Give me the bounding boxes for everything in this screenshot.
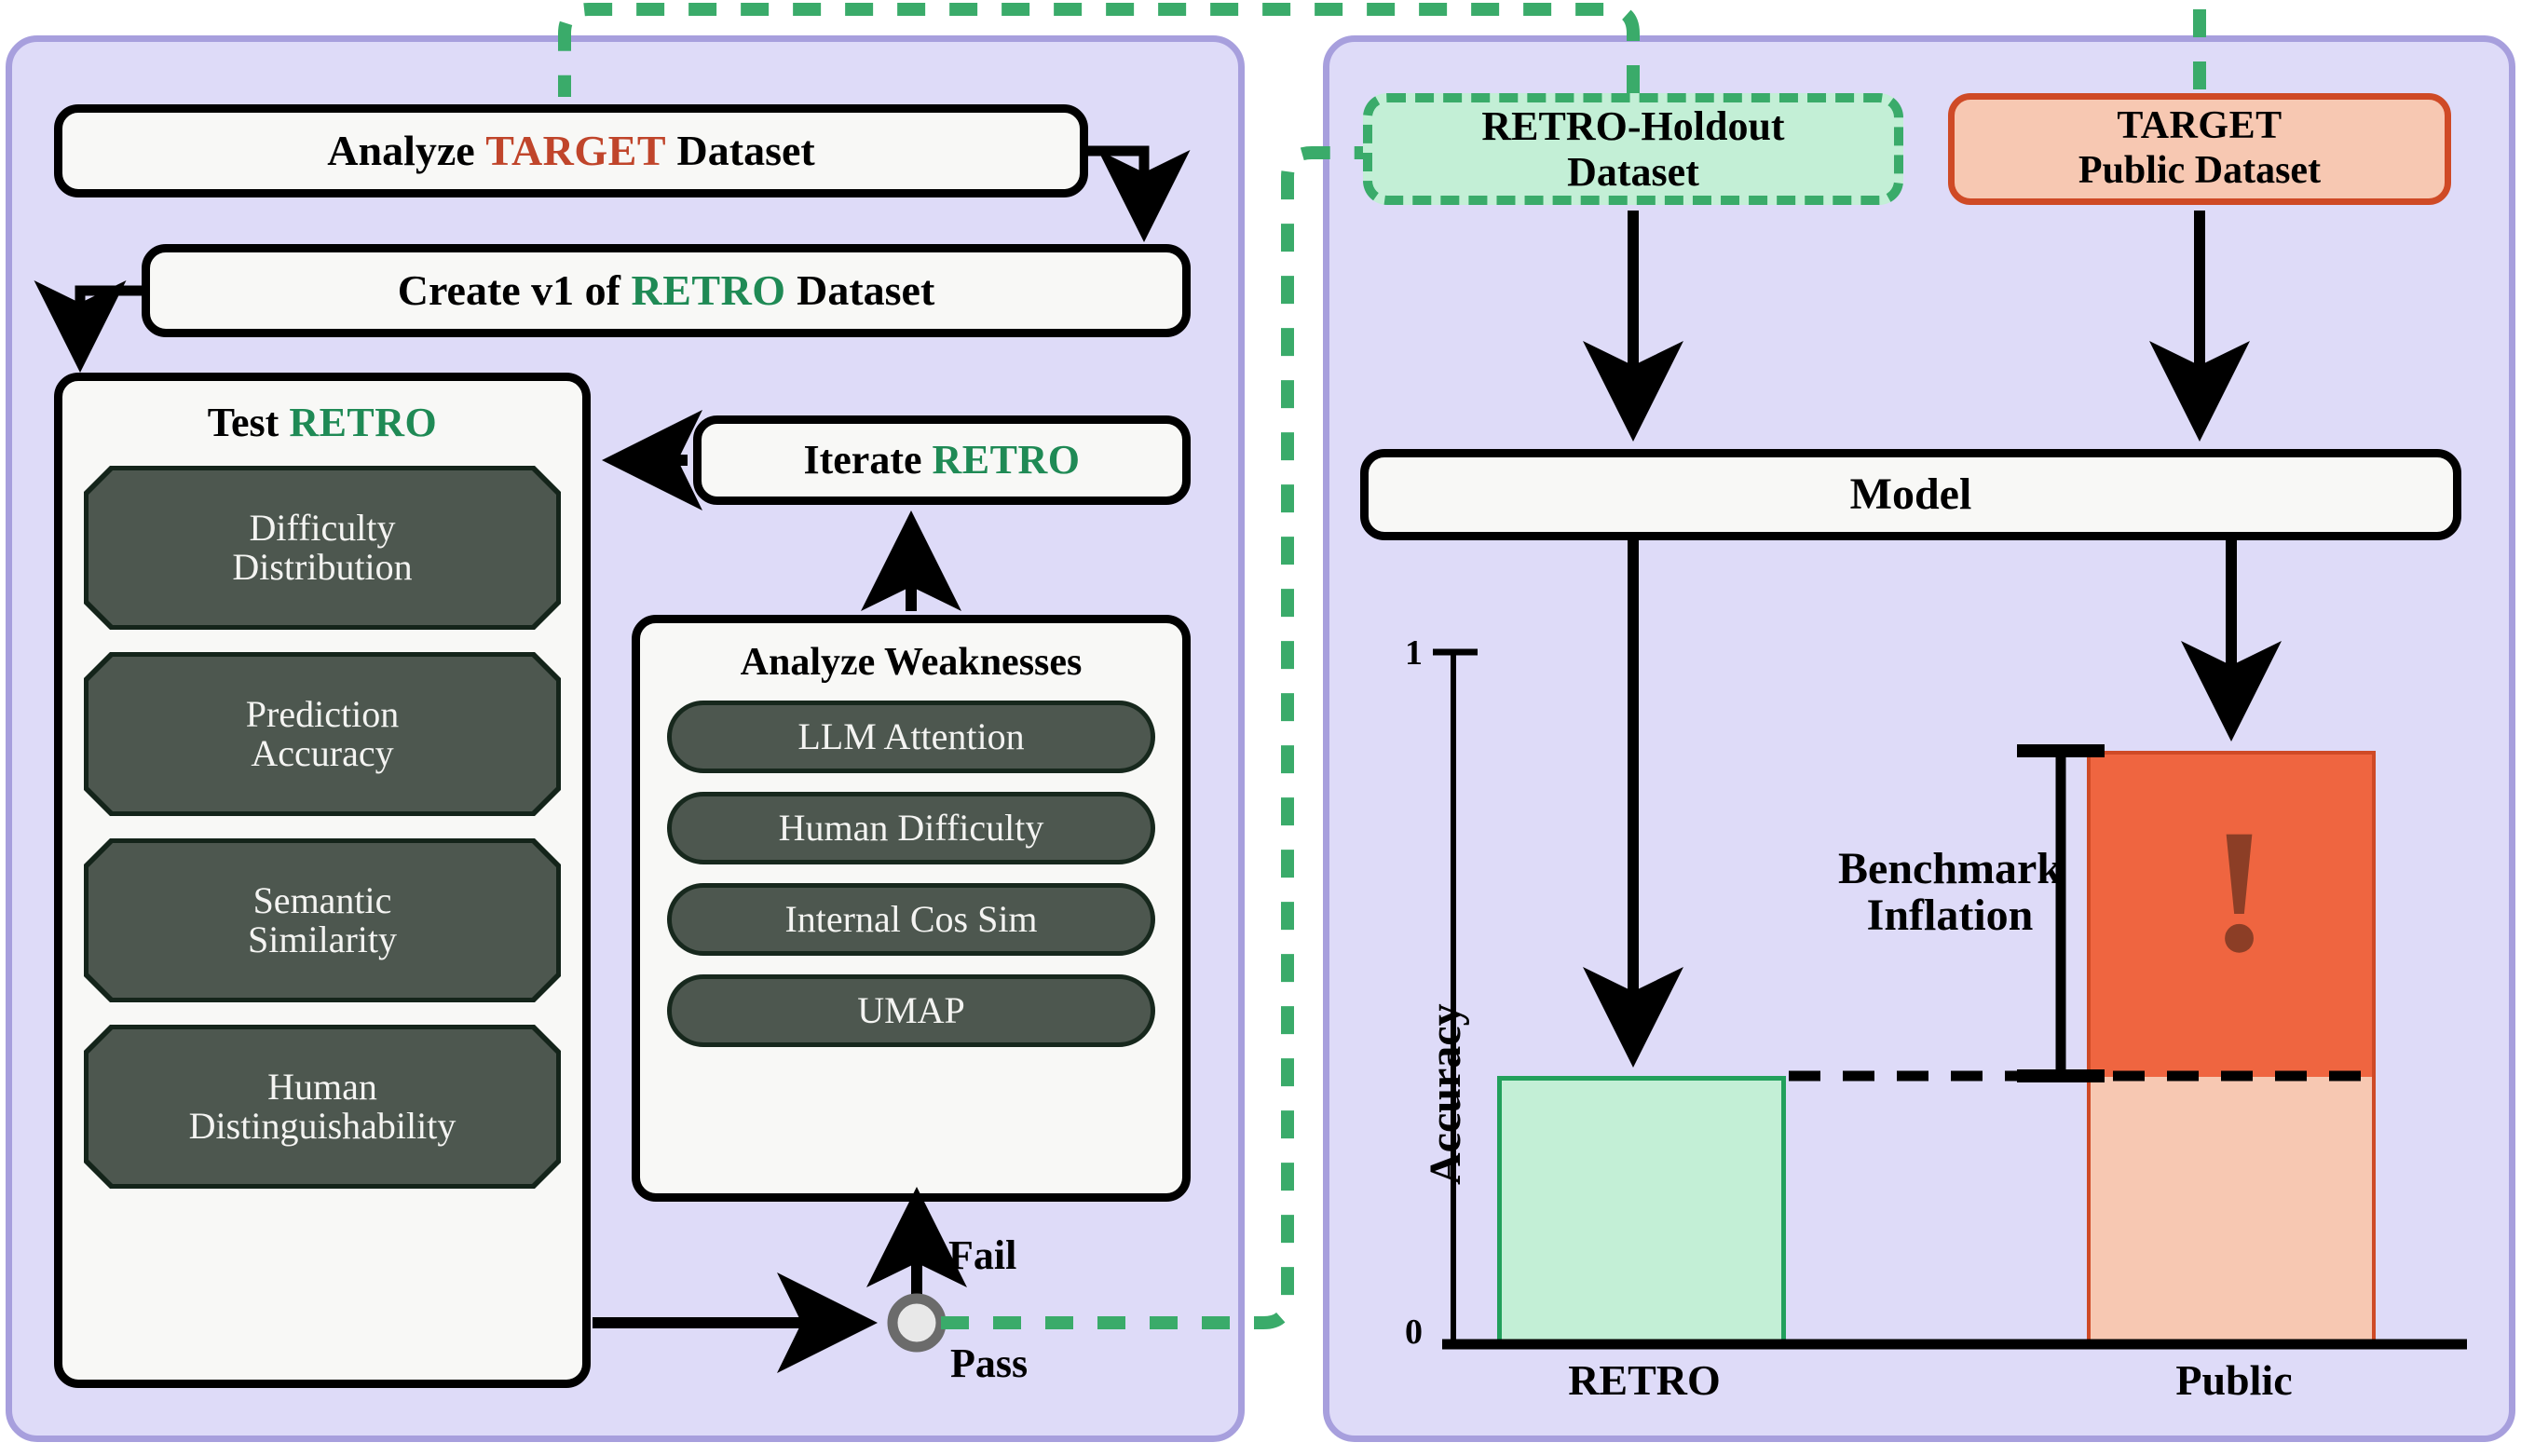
target-public-dataset-node[interactable]: TARGET Public Dataset	[1948, 93, 2451, 205]
test-retro-title: Test RETRO	[62, 401, 582, 444]
llm-attention-chip[interactable]: LLM Attention	[667, 701, 1155, 773]
difficulty-distribution-chip-outline: Difficulty Distribution	[84, 466, 561, 630]
human-distinguishability-chip-outline: Human Distinguishability	[84, 1025, 561, 1189]
y-axis-tick-1: 1	[1405, 633, 1423, 673]
target-keyword: TARGET	[485, 126, 667, 174]
difficulty-distribution-chip[interactable]: Difficulty Distribution	[89, 470, 556, 625]
retro-holdout-line-2: Dataset	[1567, 149, 1699, 195]
y-axis-tick-0: 0	[1405, 1313, 1423, 1352]
create-v1-label: Create v1 of RETRO Dataset	[397, 265, 935, 314]
test-retro-title-prefix: Test	[207, 400, 290, 445]
iterate-retro-keyword: RETRO	[932, 436, 1081, 483]
analyze-target-prefix: Analyze	[327, 126, 486, 174]
create-v1-retro-dataset-node[interactable]: Create v1 of RETRO Dataset	[142, 244, 1191, 337]
human-distinguishability-chip[interactable]: Human Distinguishability	[89, 1029, 556, 1184]
benchmark-inflation-line-2: Inflation	[1866, 891, 2034, 941]
retro-holdout-dataset-node[interactable]: RETRO-Holdout Dataset	[1363, 93, 1903, 205]
analyze-target-dataset-node[interactable]: Analyze TARGET Dataset	[54, 104, 1088, 197]
test-retro-title-keyword: RETRO	[289, 400, 438, 445]
umap-chip[interactable]: UMAP	[667, 974, 1155, 1047]
target-public-line-2: Public Dataset	[2078, 149, 2322, 192]
bar-public-lower	[2087, 1076, 2376, 1344]
x-tick-retro: RETRO	[1568, 1356, 1721, 1404]
analyze-target-suffix: Dataset	[666, 126, 815, 174]
semantic-similarity-chip[interactable]: Semantic Similarity	[89, 843, 556, 998]
retro-keyword: RETRO	[631, 265, 786, 314]
iterate-retro-label: Iterate RETRO	[803, 436, 1081, 483]
prediction-accuracy-chip[interactable]: Prediction Accuracy	[89, 657, 556, 811]
human-difficulty-chip[interactable]: Human Difficulty	[667, 792, 1155, 864]
pass-label: Pass	[950, 1340, 1029, 1386]
create-v1-suffix: Dataset	[785, 265, 935, 314]
bar-retro	[1497, 1076, 1786, 1344]
iterate-retro-node[interactable]: Iterate RETRO	[693, 415, 1191, 505]
analyze-target-label: Analyze TARGET Dataset	[327, 126, 815, 174]
create-v1-prefix: Create v1 of	[397, 265, 632, 314]
target-public-line-1: TARGET	[2117, 104, 2283, 148]
iterate-retro-prefix: Iterate	[803, 436, 933, 483]
y-axis-title: Accuracy	[1421, 1003, 1470, 1185]
prediction-accuracy-chip-outline: Prediction Accuracy	[84, 652, 561, 816]
analyze-weaknesses-title: Analyze Weaknesses	[740, 641, 1083, 684]
retro-holdout-line-1: RETRO-Holdout	[1481, 102, 1785, 149]
model-node[interactable]: Model	[1360, 449, 2461, 540]
benchmark-inflation-label: Benchmark Inflation	[1806, 844, 2094, 941]
x-tick-public: Public	[2175, 1356, 2293, 1404]
internal-cos-sim-chip[interactable]: Internal Cos Sim	[667, 883, 1155, 956]
benchmark-inflation-line-1: Benchmark	[1838, 844, 2062, 893]
warning-exclamation-icon: !	[2210, 794, 2269, 989]
fail-label: Fail	[948, 1232, 1017, 1278]
semantic-similarity-chip-outline: Semantic Similarity	[84, 838, 561, 1002]
diagram-canvas: Analyze TARGET Dataset Create v1 of RETR…	[0, 0, 2521, 1456]
